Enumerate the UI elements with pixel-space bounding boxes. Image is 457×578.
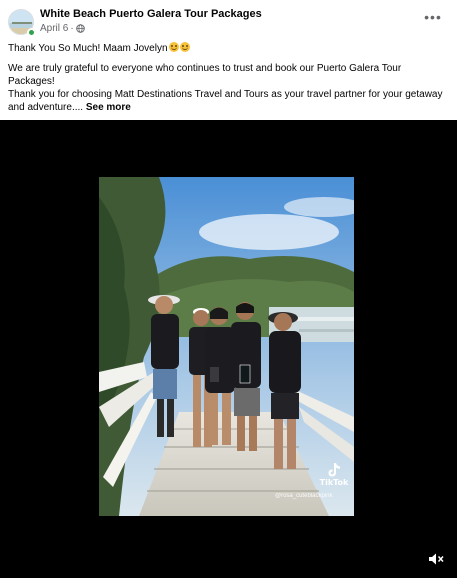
more-options-button[interactable]: ••• (423, 10, 443, 26)
video-player[interactable]: TikTok @rosa_cuteblackpink (0, 120, 457, 578)
meta-separator: · (70, 23, 74, 34)
video-still-image (99, 177, 354, 516)
tiktok-logo-icon (328, 463, 340, 477)
post-meta: April 6 · (40, 23, 85, 34)
tiktok-watermark: TikTok (319, 462, 349, 487)
page-name-link[interactable]: White Beach Puerto Galera Tour Packages (40, 8, 262, 20)
see-more-link[interactable]: See more (86, 102, 131, 113)
post-line-partner: Thank you for choosing Matt Destinations… (8, 89, 443, 113)
speaker-muted-icon (429, 553, 444, 565)
blushing-face-emoji-icon (179, 42, 190, 52)
tiktok-handle: @rosa_cuteblackpink (275, 493, 333, 499)
post-text: Thank You So Much! Maam Jovelyn We are t… (8, 42, 448, 114)
blushing-face-emoji-icon (168, 42, 179, 52)
globe-icon (75, 24, 85, 33)
post-date[interactable]: April 6 (40, 23, 68, 34)
post-line-thanks: Thank You So Much! Maam Jovelyn (8, 42, 448, 55)
video-frame[interactable]: TikTok @rosa_cuteblackpink (99, 177, 354, 516)
facebook-post: White Beach Puerto Galera Tour Packages … (0, 0, 457, 578)
post-header: White Beach Puerto Galera Tour Packages … (8, 7, 449, 37)
tiktok-label: TikTok (319, 478, 349, 487)
post-line-grateful: We are truly grateful to everyone who co… (8, 63, 402, 87)
mute-toggle-button[interactable] (427, 551, 445, 567)
online-status-indicator (27, 28, 36, 37)
